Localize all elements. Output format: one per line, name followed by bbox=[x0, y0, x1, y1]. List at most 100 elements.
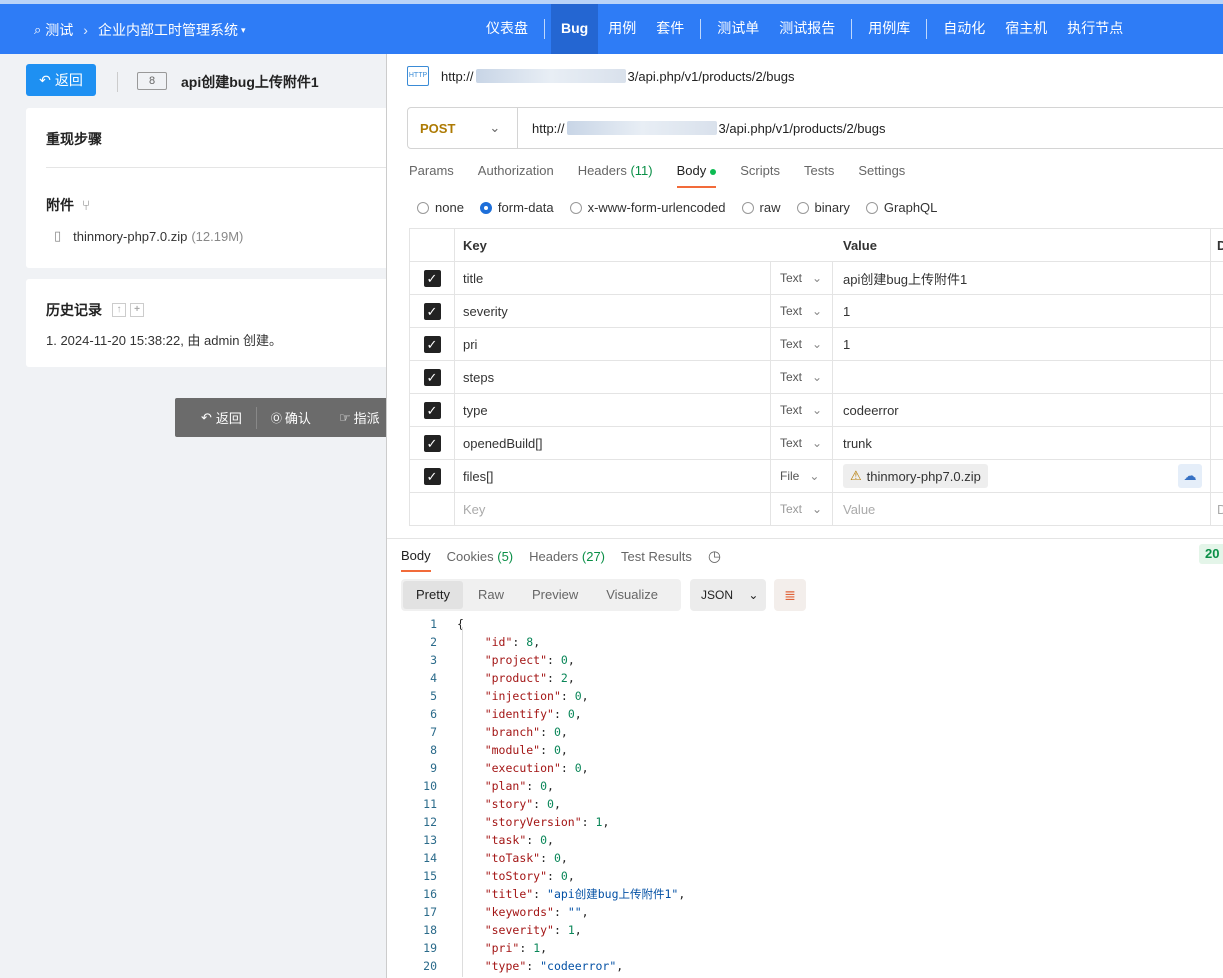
view-preview[interactable]: Preview bbox=[519, 581, 591, 609]
code-text: "toTask": 0, bbox=[484, 851, 568, 865]
key-cell[interactable]: type bbox=[455, 394, 771, 426]
description-cell[interactable] bbox=[1211, 262, 1223, 294]
paperclip-icon: ⑂ bbox=[81, 197, 91, 213]
value-cell[interactable]: trunk bbox=[833, 427, 1211, 459]
response-tab-cookies[interactable]: Cookies (5) bbox=[447, 549, 513, 571]
radio-binary[interactable]: binary bbox=[796, 200, 850, 215]
back-arrow-icon: ↶ bbox=[39, 71, 51, 88]
table-row: ✓ openedBuild[] Text ⌄ trunk bbox=[409, 427, 1223, 460]
toolbar-back-button[interactable]: ↶ 返回 bbox=[175, 408, 256, 427]
file-chip[interactable]: ⚠ thinmory-php7.0.zip bbox=[843, 464, 988, 488]
value-cell[interactable]: 1 bbox=[833, 328, 1211, 360]
description-cell[interactable] bbox=[1211, 328, 1223, 360]
value-cell[interactable]: 1 bbox=[833, 295, 1211, 327]
key-cell[interactable]: severity bbox=[455, 295, 771, 327]
key-cell[interactable]: pri bbox=[455, 328, 771, 360]
row-checkbox[interactable]: ✓ bbox=[409, 394, 455, 426]
expand-icon[interactable]: + bbox=[130, 303, 144, 317]
back-button[interactable]: ↶ 返回 bbox=[26, 64, 96, 96]
url-prefix: http:// bbox=[532, 120, 565, 136]
response-tab-test-results[interactable]: Test Results bbox=[621, 549, 692, 571]
radio-raw[interactable]: raw bbox=[741, 200, 781, 215]
cloud-upload-icon[interactable]: ☁ bbox=[1178, 464, 1202, 488]
type-select[interactable]: File ⌄ bbox=[771, 460, 833, 492]
tab-body[interactable]: Body bbox=[676, 163, 717, 188]
type-select[interactable]: Text ⌄ bbox=[771, 262, 833, 294]
row-checkbox[interactable]: ✓ bbox=[409, 262, 455, 294]
type-select[interactable]: Text ⌄ bbox=[771, 394, 833, 426]
type-select[interactable]: Text ⌄ bbox=[771, 295, 833, 327]
radio-none[interactable]: none bbox=[417, 200, 464, 215]
view-raw[interactable]: Raw bbox=[465, 581, 517, 609]
checkmark-icon: ✓ bbox=[423, 368, 441, 386]
description-cell[interactable] bbox=[1211, 361, 1223, 393]
key-cell[interactable]: title bbox=[455, 262, 771, 294]
row-checkbox[interactable]: ✓ bbox=[409, 427, 455, 459]
nav-exec-node[interactable]: 执行节点 bbox=[1057, 4, 1133, 54]
key-cell[interactable]: steps bbox=[455, 361, 771, 393]
attachment-item[interactable]: ▯ thinmory-php7.0.zip (12.19M) bbox=[54, 228, 243, 244]
nav-automation[interactable]: 自动化 bbox=[933, 4, 995, 54]
radio-graphql[interactable]: GraphQL bbox=[865, 200, 937, 215]
value-cell[interactable] bbox=[833, 361, 1211, 393]
type-select[interactable]: Text ⌄ bbox=[771, 328, 833, 360]
value-cell[interactable]: ⚠ thinmory-php7.0.zip ☁ bbox=[833, 460, 1211, 492]
collapse-icon[interactable]: ↑ bbox=[112, 303, 126, 317]
description-cell[interactable] bbox=[1211, 295, 1223, 327]
breadcrumb-item-project[interactable]: 企业内部工时管理系统 bbox=[98, 20, 238, 40]
attachment-name[interactable]: thinmory-php7.0.zip bbox=[73, 229, 187, 244]
row-checkbox[interactable]: ✓ bbox=[409, 295, 455, 327]
view-pretty[interactable]: Pretty bbox=[403, 581, 463, 609]
new-key-input[interactable]: Key bbox=[455, 493, 771, 525]
row-checkbox[interactable]: ✓ bbox=[409, 361, 455, 393]
nav-caselib[interactable]: 用例库 bbox=[858, 4, 920, 54]
nav-suite[interactable]: 套件 bbox=[646, 4, 694, 54]
tab-params[interactable]: Params bbox=[409, 163, 454, 188]
new-description-input[interactable]: D bbox=[1211, 493, 1223, 525]
url-input[interactable]: http:// 3/api.php/v1/products/2/bugs bbox=[518, 121, 885, 136]
breadcrumb-item-test[interactable]: 测试 bbox=[45, 20, 73, 40]
radio-form-data[interactable]: form-data bbox=[479, 200, 554, 215]
description-cell[interactable] bbox=[1211, 394, 1223, 426]
caret-down-icon[interactable]: ▾ bbox=[241, 25, 246, 36]
description-cell[interactable] bbox=[1211, 427, 1223, 459]
history-icon[interactable]: ◷ bbox=[708, 547, 721, 572]
response-tab-headers[interactable]: Headers (27) bbox=[529, 549, 605, 571]
row-checkbox[interactable]: ✓ bbox=[409, 328, 455, 360]
type-select[interactable]: Text ⌄ bbox=[771, 361, 833, 393]
nav-case[interactable]: 用例 bbox=[598, 4, 646, 54]
tab-tests[interactable]: Tests bbox=[804, 163, 834, 188]
confirm-button[interactable]: Ⓞ 确认 bbox=[257, 408, 325, 427]
json-value: 1 bbox=[595, 815, 603, 829]
tab-scripts[interactable]: Scripts bbox=[740, 163, 780, 188]
new-value-input[interactable]: Value bbox=[833, 493, 1211, 525]
description-cell[interactable] bbox=[1211, 460, 1223, 492]
value-cell[interactable]: api创建bug上传附件1 bbox=[833, 262, 1211, 294]
key-cell[interactable]: files[] bbox=[455, 460, 771, 492]
nav-dashboard[interactable]: 仪表盘 bbox=[476, 4, 538, 54]
tab-settings[interactable]: Settings bbox=[858, 163, 905, 188]
type-select[interactable]: Text ⌄ bbox=[771, 493, 833, 525]
json-value: 0 bbox=[567, 707, 575, 721]
line-number: 4 bbox=[430, 671, 437, 685]
response-tab-body[interactable]: Body bbox=[401, 548, 431, 572]
format-select[interactable]: JSON ⌄ bbox=[690, 579, 766, 611]
type-select[interactable]: Text ⌄ bbox=[771, 427, 833, 459]
tab-authorization[interactable]: Authorization bbox=[478, 163, 554, 188]
nav-testtask[interactable]: 测试单 bbox=[707, 4, 769, 54]
key-cell[interactable]: openedBuild[] bbox=[455, 427, 771, 459]
value-cell[interactable]: codeerror bbox=[833, 394, 1211, 426]
search-icon[interactable]: ⌕ bbox=[34, 22, 41, 38]
nav-host[interactable]: 宿主机 bbox=[995, 4, 1057, 54]
line-number: 3 bbox=[430, 653, 437, 667]
view-visualize[interactable]: Visualize bbox=[593, 581, 671, 609]
method-select[interactable]: POST ⌄ bbox=[408, 108, 518, 148]
line-number: 6 bbox=[430, 707, 437, 721]
wrap-lines-icon[interactable]: ≣ bbox=[774, 579, 806, 611]
row-checkbox[interactable]: ✓ bbox=[409, 460, 455, 492]
assign-button[interactable]: ☞ 指派 bbox=[325, 408, 394, 427]
radio-urlencoded[interactable]: x-www-form-urlencoded bbox=[569, 200, 726, 215]
nav-bug[interactable]: Bug bbox=[551, 4, 599, 54]
tab-headers[interactable]: Headers (11) bbox=[578, 163, 653, 188]
nav-testreport[interactable]: 测试报告 bbox=[769, 4, 845, 54]
